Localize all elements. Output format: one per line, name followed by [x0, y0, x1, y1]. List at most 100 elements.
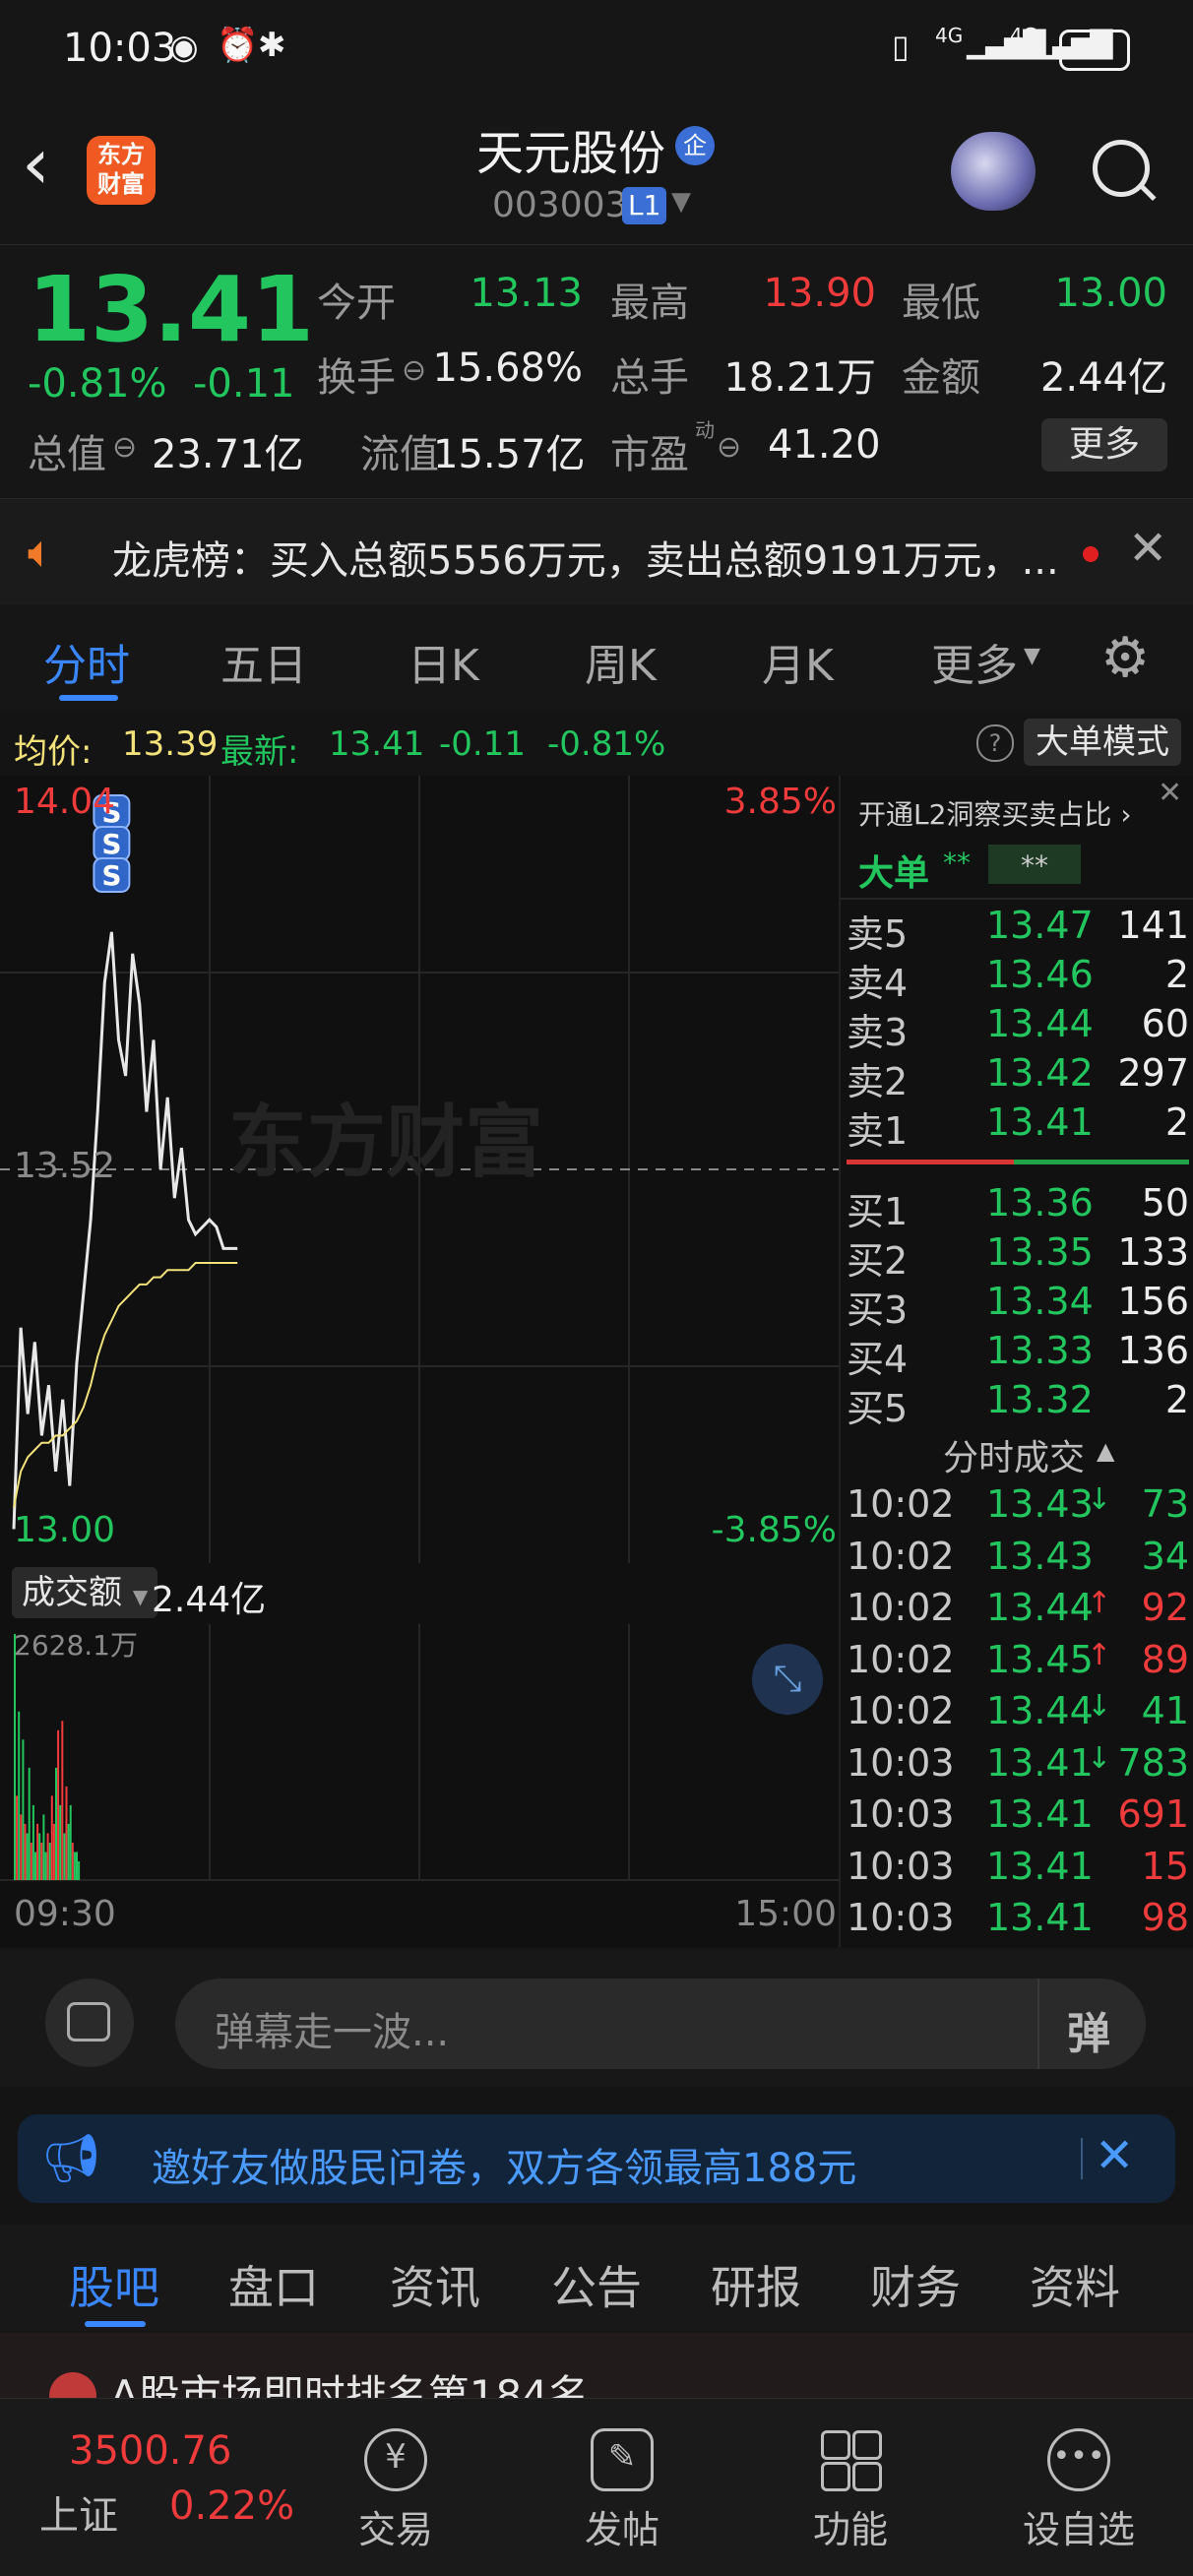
- volume-max-label: 2628.1万: [14, 1629, 138, 1662]
- volume-bar: [76, 1852, 78, 1880]
- arrow-up-icon: ↑: [1087, 1637, 1112, 1672]
- turnover-label: 换手: [317, 355, 396, 401]
- more-button[interactable]: 更多: [1041, 418, 1167, 471]
- nav-trade[interactable]: ¥ 交易: [307, 2399, 484, 2576]
- tab-more[interactable]: 更多: [931, 630, 1018, 693]
- tab-weekly-k[interactable]: 周K: [585, 630, 657, 693]
- bid-price: 13.32: [986, 1378, 1094, 1421]
- tab-profile[interactable]: 资料: [1030, 2252, 1120, 2317]
- tab-five-day[interactable]: 五日: [220, 630, 307, 693]
- trade-time: 10:02: [847, 1689, 955, 1732]
- trade-row: 10:02 13.43 ↓ 73: [841, 1482, 1193, 1530]
- close-icon[interactable]: ✕: [1128, 521, 1167, 576]
- index-pct: 0.22%: [169, 2483, 295, 2529]
- mktcap-value: 23.71亿: [152, 432, 304, 477]
- intraday-chart[interactable]: 东方财富 SSS 14.04 13.52 13.00 3.85% -3.85%: [0, 776, 839, 1563]
- nav-functions[interactable]: 功能: [762, 2399, 939, 2576]
- info-icon[interactable]: ⊖: [717, 430, 741, 465]
- bluetooth-icon: ✱: [258, 26, 286, 65]
- close-icon[interactable]: ✕: [1158, 776, 1182, 810]
- tab-monthly-k[interactable]: 月K: [762, 630, 834, 693]
- eye-icon: ◉: [169, 28, 199, 67]
- pe-value: 41.20: [768, 422, 881, 468]
- avg-value: 13.39: [122, 724, 219, 764]
- index-ticker[interactable]: 3500.76 上证 0.22%: [0, 2399, 295, 2576]
- trade-time: 10:03: [847, 1740, 955, 1785]
- trade-row: 10:02 13.45 ↑ 89: [841, 1638, 1193, 1685]
- ask-row: 卖5 13.47 141: [841, 904, 1193, 956]
- y-mid-label: 13.52: [14, 1146, 116, 1186]
- volume-bar: [59, 1804, 62, 1880]
- trade-row: 10:03 13.41 ↓ 783: [841, 1741, 1193, 1789]
- vibrate-icon: ▯: [892, 28, 910, 65]
- tab-announcements[interactable]: 公告: [551, 2252, 642, 2317]
- bullet-settings-button[interactable]: [45, 1979, 134, 2067]
- alarm-icon: ⏰: [217, 26, 259, 65]
- l2-link[interactable]: 开通L2洞察买卖占比 ›: [858, 793, 1132, 833]
- grid-icon: [819, 2428, 882, 2491]
- tab-news[interactable]: 资讯: [390, 2252, 480, 2317]
- tab-research[interactable]: 研报: [711, 2252, 801, 2317]
- trade-time: 10:03: [847, 1844, 955, 1888]
- info-icon[interactable]: ⊖: [112, 430, 137, 465]
- gear-icon[interactable]: ⚙: [1100, 626, 1150, 690]
- bid-price: 13.35: [986, 1230, 1094, 1274]
- robot-assistant-icon[interactable]: [951, 132, 1036, 211]
- ask-price: 13.47: [986, 904, 1094, 947]
- trade-row: 10:03 13.41 15: [841, 1845, 1193, 1892]
- tab-finance[interactable]: 财务: [870, 2252, 961, 2317]
- volume-total: 2.44亿: [152, 1580, 267, 1620]
- level-badge[interactable]: L1: [622, 187, 667, 224]
- ask-row: 卖3 13.44 60: [841, 1002, 1193, 1054]
- ask-price: 13.46: [986, 953, 1094, 996]
- trade-price: 13.43: [986, 1482, 1094, 1526]
- help-icon[interactable]: ?: [976, 724, 1014, 762]
- bid-label: 买2: [847, 1239, 909, 1283]
- ask-price: 13.42: [986, 1051, 1094, 1095]
- amount-label: 金额: [902, 355, 980, 401]
- trade-time: 10:02: [847, 1586, 955, 1629]
- chevron-up-icon[interactable]: ▲: [1097, 1437, 1114, 1465]
- news-banner[interactable]: 🔈︎ 龙虎榜：买入总额5556万元，卖出总额9191万元，... ✕: [0, 498, 1193, 606]
- info-tabs: 股吧 盘口 资讯 公告 研报 财务 资料: [0, 2225, 1193, 2333]
- danmu-input[interactable]: 弹幕走一波... 弹: [175, 1979, 1146, 2069]
- tab-daily-k[interactable]: 日K: [408, 630, 479, 693]
- volume-bar: [31, 1804, 34, 1880]
- tab-pankou[interactable]: 盘口: [228, 2252, 319, 2317]
- nav-trade-label: 交易: [357, 2508, 433, 2551]
- pe-superscript: 动: [695, 418, 715, 442]
- chevron-down-icon[interactable]: ▼: [671, 187, 691, 217]
- volume-selector[interactable]: 成交额 ▼: [12, 1567, 158, 1618]
- order-book: 开通L2洞察买卖占比 › ✕ 大单 ** ** 卖5 13.47 141 卖4 13.4…: [839, 776, 1193, 1947]
- ask-row: 卖2 13.42 297: [841, 1051, 1193, 1103]
- ask-label: 卖4: [847, 962, 909, 1005]
- arrow-down-icon: ↓: [1087, 1740, 1112, 1776]
- trade-time: 10:02: [847, 1482, 955, 1526]
- avg-label: 均价:: [14, 732, 93, 772]
- volume-bar: [18, 1711, 21, 1880]
- volume-bar: [63, 1833, 66, 1880]
- volume-bar: [34, 1852, 36, 1880]
- volume-bar: [78, 1860, 81, 1880]
- big-order-mode-button[interactable]: 大单模式: [1024, 719, 1181, 766]
- trades-title: 分时成交: [943, 1438, 1086, 1478]
- stock-name: 天元股份: [476, 126, 666, 181]
- back-button[interactable]: ‹: [22, 128, 50, 199]
- edit-icon: ✎: [591, 2428, 654, 2491]
- pct-bottom-label: -3.85%: [711, 1510, 837, 1550]
- nav-watchlist[interactable]: ••• 设自选: [990, 2399, 1167, 2576]
- ask-volume: 141: [1117, 904, 1189, 947]
- tab-intraday[interactable]: 分时: [43, 630, 130, 693]
- invite-banner[interactable]: 📢︎ 邀好友做股民问卷，双方各领最高188元 ✕: [18, 2114, 1175, 2203]
- volume-bar: [73, 1852, 76, 1880]
- expand-icon[interactable]: ⤡: [752, 1644, 823, 1715]
- tab-guba[interactable]: 股吧: [69, 2252, 159, 2317]
- yen-icon: ¥: [364, 2428, 427, 2491]
- danmu-toggle[interactable]: 弹: [1037, 1979, 1148, 2069]
- latest-change: -0.11: [439, 724, 526, 764]
- nav-post[interactable]: ✎ 发帖: [534, 2399, 711, 2576]
- pct-top-label: 3.85%: [723, 782, 837, 822]
- more-dots-icon: •••: [1047, 2428, 1110, 2491]
- volume-bar: [50, 1795, 53, 1880]
- close-icon[interactable]: ✕: [1095, 2128, 1134, 2183]
